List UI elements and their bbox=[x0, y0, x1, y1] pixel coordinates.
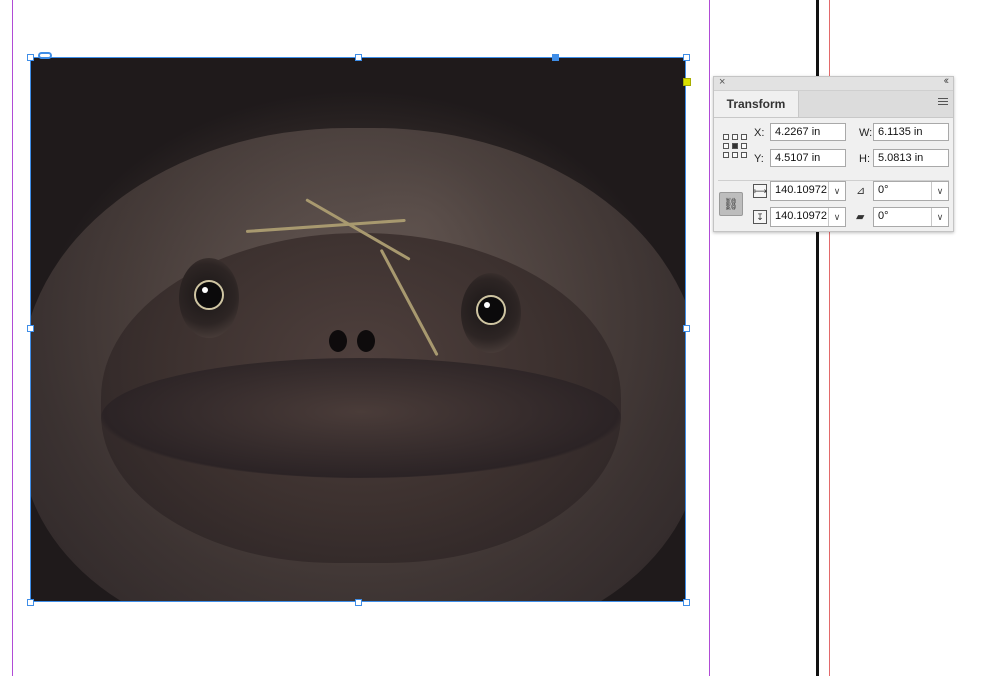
handle-top-right[interactable] bbox=[683, 54, 690, 61]
transform-panel: × ‹‹ Transform X: 4.2267 in Y: 4.5107 in… bbox=[713, 75, 954, 232]
y-field[interactable]: 4.5107 in bbox=[770, 149, 846, 167]
scale-y-icon: ↧ bbox=[753, 210, 767, 224]
handle-bottom-center[interactable] bbox=[355, 599, 362, 606]
panel-menu-icon[interactable] bbox=[938, 98, 948, 107]
chevron-down-icon[interactable]: ∨ bbox=[828, 182, 845, 200]
collapse-icon[interactable]: ‹‹ bbox=[944, 75, 950, 87]
shear-combo[interactable]: 0° ∨ bbox=[873, 207, 949, 227]
chevron-down-icon[interactable]: ∨ bbox=[931, 208, 948, 226]
placed-image-turtle[interactable] bbox=[31, 58, 686, 602]
x-field[interactable]: 4.2267 in bbox=[770, 123, 846, 141]
handle-middle-left[interactable] bbox=[27, 325, 34, 332]
handle-top-content[interactable] bbox=[552, 54, 559, 61]
scale-x-icon: ⟼ bbox=[753, 184, 767, 198]
turtle-nostril-left bbox=[329, 330, 347, 352]
h-label: H: bbox=[859, 153, 870, 165]
panel-title-bar[interactable]: × ‹‹ bbox=[714, 75, 953, 91]
scale-x-value: 140.10972 bbox=[775, 184, 827, 196]
tab-transform[interactable]: Transform bbox=[714, 91, 799, 117]
handle-top-center[interactable] bbox=[355, 54, 362, 61]
turtle-eye-left bbox=[179, 258, 239, 338]
margin-guide-left bbox=[12, 0, 13, 676]
handle-middle-right[interactable] bbox=[683, 325, 690, 332]
scale-x-combo[interactable]: 140.10972 ∨ bbox=[770, 181, 846, 201]
rotate-combo[interactable]: 0° ∨ bbox=[873, 181, 949, 201]
w-field[interactable]: 6.1135 in bbox=[873, 123, 949, 141]
turtle-eye-right bbox=[461, 273, 521, 353]
handle-top-left[interactable] bbox=[27, 54, 34, 61]
rotate-value: 0° bbox=[878, 184, 889, 196]
scale-y-value: 140.10972 bbox=[775, 210, 827, 222]
margin-guide-right bbox=[709, 0, 710, 676]
chevron-down-icon[interactable]: ∨ bbox=[931, 182, 948, 200]
shear-angle-icon: ▰ bbox=[856, 211, 865, 223]
scale-y-combo[interactable]: 140.10972 ∨ bbox=[770, 207, 846, 227]
y-label: Y: bbox=[754, 153, 764, 165]
x-label: X: bbox=[754, 127, 765, 139]
turtle-mouth bbox=[101, 358, 621, 478]
shear-value: 0° bbox=[878, 210, 889, 222]
rotate-angle-icon: ⊿ bbox=[856, 185, 866, 197]
chain-link-icon: ⛓ bbox=[723, 197, 739, 211]
handle-bottom-right[interactable] bbox=[683, 599, 690, 606]
reference-point-icon[interactable] bbox=[723, 134, 747, 158]
chevron-down-icon[interactable]: ∨ bbox=[828, 208, 845, 226]
panel-tab-row: Transform bbox=[714, 91, 953, 118]
turtle-nostril-right bbox=[357, 330, 375, 352]
handle-bottom-left[interactable] bbox=[27, 599, 34, 606]
constrain-proportions-button[interactable]: ⛓ bbox=[719, 192, 743, 216]
close-icon[interactable]: × bbox=[719, 76, 725, 88]
content-grabber-link-icon[interactable] bbox=[38, 52, 52, 59]
h-field[interactable]: 5.0813 in bbox=[873, 149, 949, 167]
live-corner-yellow-handle[interactable] bbox=[683, 78, 691, 86]
w-label: W: bbox=[859, 127, 873, 139]
